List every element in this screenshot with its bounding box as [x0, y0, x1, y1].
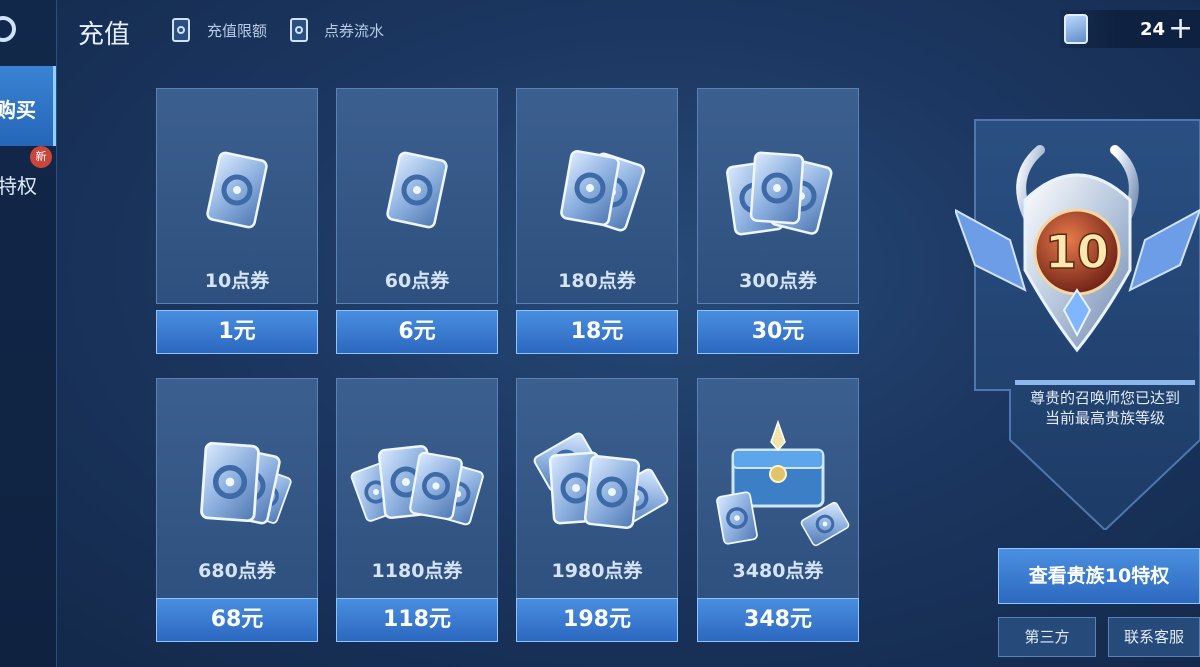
price-button[interactable]: 118元: [336, 598, 498, 642]
coupon-pack-icon: [156, 402, 294, 552]
coupon-pack-icon: [516, 402, 678, 552]
contact-support-button[interactable]: 联系客服: [1108, 617, 1200, 657]
coupon-amount: 3480点券: [732, 560, 824, 582]
coupon-pack-icon: [697, 112, 859, 262]
coupon-pack-icon: [336, 112, 498, 262]
noble-level-panel: 10: [955, 119, 1200, 530]
coupon-balance: 24 +: [1060, 10, 1200, 48]
coupon-pack-icon: [156, 112, 318, 262]
price-button[interactable]: 30元: [697, 310, 859, 354]
coupon-icon: [1064, 14, 1088, 44]
coupon-history-link[interactable]: 点券流水: [324, 20, 384, 41]
noble-message-line2: 当前最高贵族等级: [1044, 409, 1165, 427]
coupon-pack-icon: [516, 112, 678, 262]
noble-message-line1: 尊贵的召唤师您已达到: [1029, 389, 1180, 407]
add-coupons-button[interactable]: +: [1168, 11, 1193, 46]
recharge-limit-link[interactable]: 充值限额: [207, 20, 267, 41]
new-badge: 新: [30, 146, 52, 168]
treasure-chest-icon: [714, 419, 852, 549]
price-button[interactable]: 18元: [516, 310, 678, 354]
price-button[interactable]: 198元: [516, 598, 678, 642]
coupon-amount: 180点券: [558, 270, 636, 292]
coupon-balance-value: 24: [1140, 19, 1166, 40]
noble-level-number: 10: [1045, 225, 1109, 279]
page-title: 充值: [78, 20, 131, 50]
coupon-amount: 60点券: [384, 270, 450, 292]
sidebar-item-buy-label: 购买: [0, 98, 36, 122]
coupon-history-icon: [290, 18, 308, 42]
third-party-button[interactable]: 第三方: [998, 617, 1096, 657]
price-button[interactable]: 348元: [697, 598, 859, 642]
recharge-limit-icon: [172, 18, 190, 42]
coupon-amount: 1980点券: [551, 560, 643, 582]
price-button[interactable]: 1元: [156, 310, 318, 354]
price-button[interactable]: 68元: [156, 598, 318, 642]
coupon-pack-icon: [348, 402, 498, 552]
sidebar: 购买 新 特权: [0, 0, 57, 667]
sidebar-item-buy[interactable]: 购买: [0, 66, 56, 146]
view-noble-privileges-button[interactable]: 查看贵族10特权: [998, 548, 1200, 604]
coupon-amount: 300点券: [739, 270, 817, 292]
price-button[interactable]: 6元: [336, 310, 498, 354]
noble-message: 尊贵的召唤师您已达到 当前最高贵族等级: [1010, 388, 1200, 428]
app-logo-icon: [0, 16, 16, 42]
coupon-amount: 1180点券: [371, 560, 463, 582]
sidebar-item-privilege[interactable]: 特权: [0, 170, 37, 199]
coupon-amount: 680点券: [198, 560, 276, 582]
coupon-amount: 10点券: [204, 270, 270, 292]
